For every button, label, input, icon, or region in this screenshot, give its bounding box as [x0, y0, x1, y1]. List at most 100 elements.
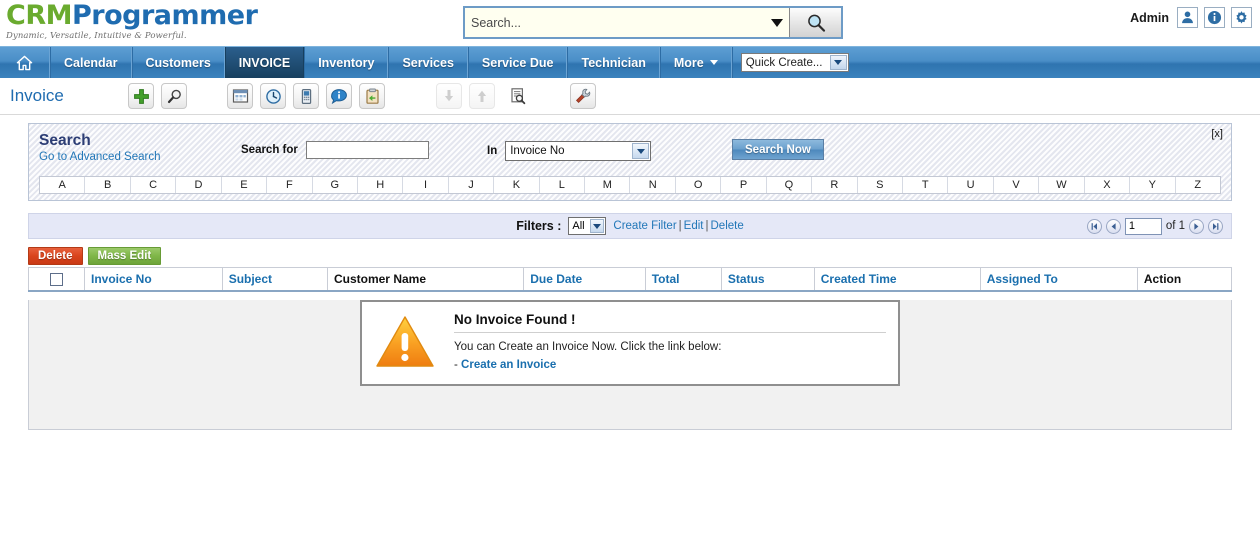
nav-item-more[interactable]: More	[659, 47, 732, 78]
page-number-input[interactable]	[1124, 217, 1162, 235]
search-now-button[interactable]: Search Now	[732, 139, 824, 160]
global-search-module-dropdown[interactable]	[765, 8, 789, 37]
import-upload-button[interactable]	[469, 83, 495, 109]
alpha-filter-y[interactable]: Y	[1130, 177, 1176, 193]
add-record-button[interactable]	[128, 83, 154, 109]
import-button[interactable]	[359, 83, 385, 109]
toolbar-group-transfer	[436, 83, 495, 109]
column-header-invoice-no[interactable]: Invoice No	[84, 267, 223, 293]
alpha-filter-v[interactable]: V	[993, 177, 1040, 193]
chevron-down-icon	[590, 219, 605, 233]
alpha-filter-m[interactable]: M	[585, 177, 631, 193]
alpha-filter-u[interactable]: U	[948, 177, 994, 193]
alpha-filter-d[interactable]: D	[176, 177, 222, 193]
first-page-icon	[1091, 222, 1097, 230]
magnifier-icon	[167, 89, 181, 103]
brand-logo[interactable]: CRMProgrammer Dynamic, Versatile, Intuit…	[6, 2, 258, 41]
global-search-bar[interactable]	[463, 6, 843, 39]
quick-create-wrapper: Quick Create...	[731, 47, 857, 78]
alpha-filter-l[interactable]: L	[539, 177, 586, 193]
nav-item-customers[interactable]: Customers	[131, 47, 225, 78]
column-header-subject[interactable]: Subject	[222, 267, 328, 293]
column-header-total[interactable]: Total	[645, 267, 722, 293]
search-panel-title: Search	[39, 132, 91, 149]
nav-item-calendar[interactable]: Calendar	[50, 47, 132, 78]
comments-button[interactable]	[326, 83, 352, 109]
alpha-filter-s[interactable]: S	[857, 177, 904, 193]
nav-label: Service Due	[481, 55, 554, 70]
tools-settings-button[interactable]	[570, 83, 596, 109]
global-search-button[interactable]	[789, 8, 841, 37]
history-button[interactable]	[260, 83, 286, 109]
comment-info-icon	[331, 88, 347, 104]
clipboard-import-icon	[365, 88, 379, 104]
delete-filter-link[interactable]: Delete	[711, 220, 744, 232]
clock-icon	[265, 88, 281, 104]
user-profile-button[interactable]	[1177, 7, 1198, 28]
alpha-filter-x[interactable]: X	[1084, 177, 1131, 193]
prev-page-button[interactable]	[1105, 218, 1121, 234]
module-toolbar: Invoice	[0, 78, 1260, 115]
nav-item-inventory[interactable]: Inventory	[304, 47, 389, 78]
alpha-filter-e[interactable]: E	[221, 177, 268, 193]
alpha-filter-n[interactable]: N	[630, 177, 676, 193]
column-header-assigned-to[interactable]: Assigned To	[980, 267, 1138, 293]
last-page-button[interactable]	[1208, 218, 1223, 234]
alpha-filter-t[interactable]: T	[903, 177, 949, 193]
alpha-filter-o[interactable]: O	[675, 177, 722, 193]
calendar-view-button[interactable]	[227, 83, 253, 109]
create-invoice-link[interactable]: Create an Invoice	[461, 359, 556, 371]
home-icon	[16, 55, 33, 70]
toolbar-group-create	[128, 83, 187, 109]
find-record-button[interactable]	[161, 83, 187, 109]
nav-item-service-due[interactable]: Service Due	[467, 47, 568, 78]
create-filter-link[interactable]: Create Filter	[613, 220, 676, 232]
alpha-filter-q[interactable]: Q	[766, 177, 813, 193]
nav-item-technician[interactable]: Technician	[567, 47, 660, 78]
alpha-filter-k[interactable]: K	[494, 177, 540, 193]
column-header-created-time[interactable]: Created Time	[814, 267, 981, 293]
prev-page-icon	[1111, 222, 1116, 230]
delete-button[interactable]: Delete	[28, 247, 83, 265]
settings-button[interactable]	[1231, 7, 1252, 28]
select-all-checkbox[interactable]	[50, 273, 63, 287]
main-content: [x] Search Go to Advanced Search Search …	[0, 115, 1260, 431]
alpha-filter-r[interactable]: R	[812, 177, 858, 193]
alpha-filter-h[interactable]: H	[357, 177, 404, 193]
info-button[interactable]	[1204, 7, 1225, 28]
alpha-filter-g[interactable]: G	[312, 177, 358, 193]
alpha-filter-a[interactable]: A	[40, 177, 86, 193]
nav-label: Calendar	[64, 55, 118, 70]
alpha-filter-i[interactable]: I	[403, 177, 449, 193]
global-search-input[interactable]	[465, 8, 765, 37]
chevron-down-icon	[632, 143, 650, 159]
filter-select[interactable]: All	[568, 217, 607, 235]
device-button[interactable]	[293, 83, 319, 109]
nav-item-services[interactable]: Services	[388, 47, 468, 78]
search-for-input[interactable]	[305, 141, 429, 159]
first-page-button[interactable]	[1086, 218, 1102, 234]
alpha-filter-z[interactable]: Z	[1175, 177, 1220, 193]
toolbar-group-views	[227, 83, 385, 109]
search-in-select[interactable]: Invoice No	[505, 141, 652, 161]
document-search-button[interactable]	[505, 83, 531, 109]
next-page-button[interactable]	[1189, 218, 1204, 234]
nav-item-home[interactable]	[0, 47, 50, 78]
alpha-filter-f[interactable]: F	[267, 177, 313, 193]
quick-create-select[interactable]: Quick Create...	[740, 53, 849, 72]
mass-edit-button[interactable]: Mass Edit	[87, 247, 162, 265]
export-download-button[interactable]	[436, 83, 462, 109]
alpha-filter-b[interactable]: B	[85, 177, 131, 193]
column-header-due-date[interactable]: Due Date	[523, 267, 646, 293]
alpha-filter-j[interactable]: J	[448, 177, 495, 193]
edit-filter-link[interactable]: Edit	[684, 220, 704, 232]
alpha-filter-w[interactable]: W	[1039, 177, 1085, 193]
alpha-filter-c[interactable]: C	[130, 177, 177, 193]
warning-triangle-icon	[376, 315, 434, 367]
nav-item-invoice[interactable]: INVOICE	[224, 47, 305, 78]
advanced-search-link[interactable]: Go to Advanced Search	[39, 151, 160, 163]
record-actions: Delete Mass Edit	[28, 247, 1232, 265]
column-header-status[interactable]: Status	[721, 267, 815, 293]
search-for-field-group: Search for	[241, 141, 429, 159]
alpha-filter-p[interactable]: P	[721, 177, 767, 193]
